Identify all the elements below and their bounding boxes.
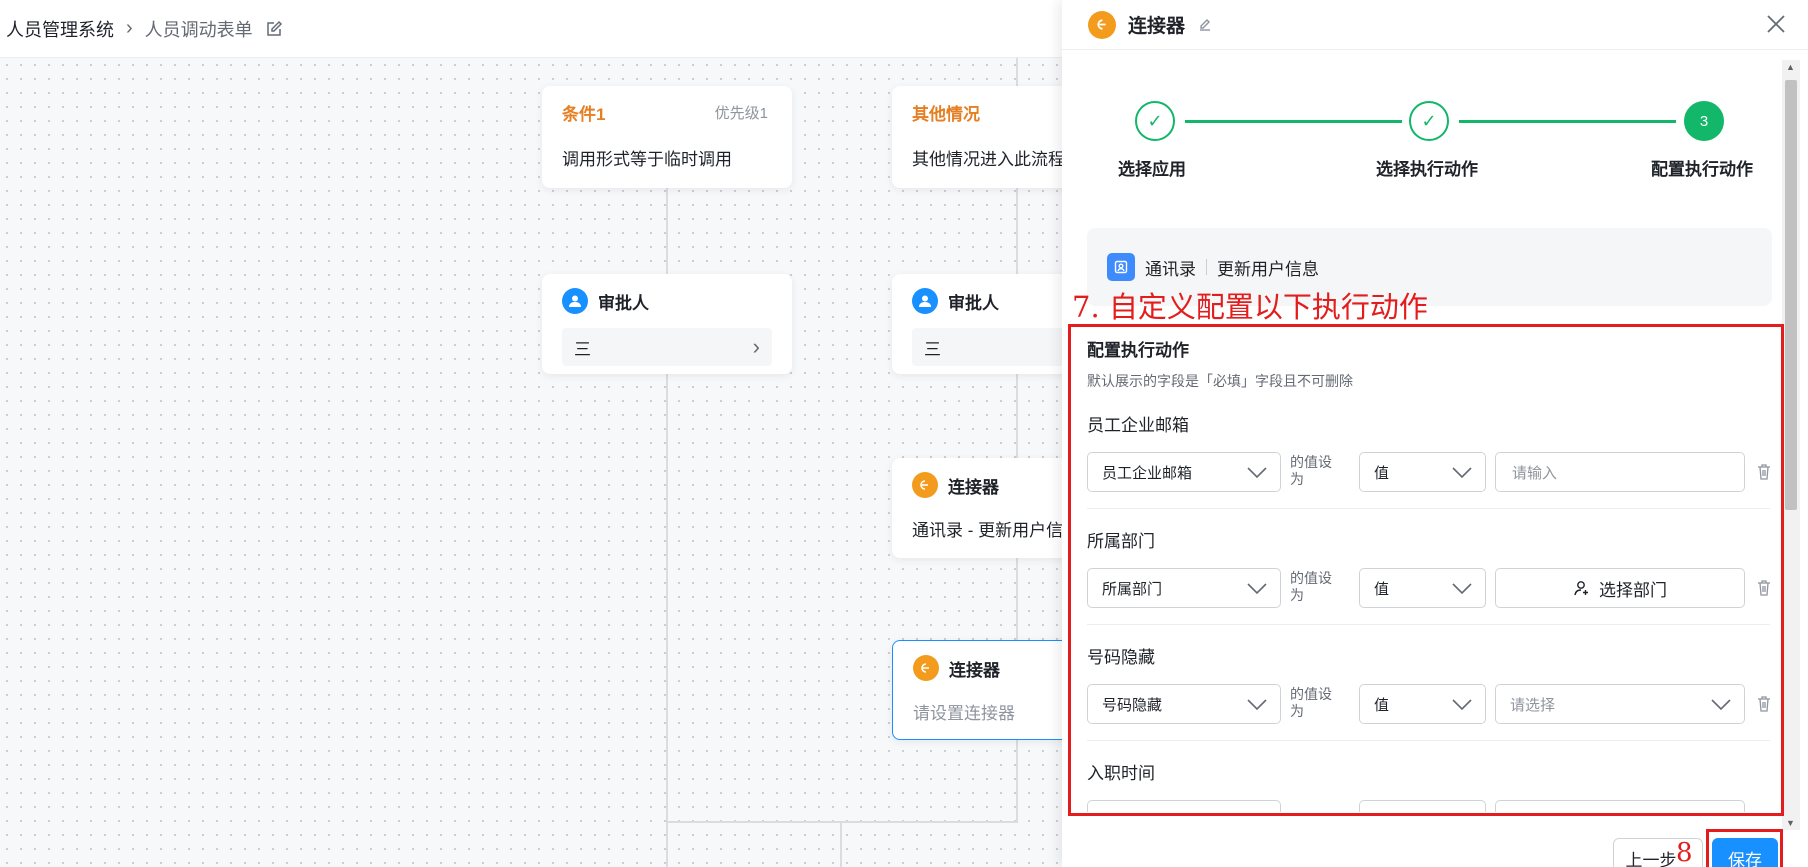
value-type-select-hire-date[interactable] [1359, 800, 1486, 812]
clipped-row [1062, 780, 1782, 812]
edit-icon[interactable] [1197, 17, 1213, 33]
chevron-down-icon [1247, 699, 1267, 711]
step-connector-line [1185, 120, 1402, 123]
approver-title: 审批人 [948, 293, 999, 313]
step-1-label: 选择应用 [1118, 160, 1186, 179]
approver-value: 三 [924, 339, 941, 359]
chevron-down-icon [1247, 467, 1267, 479]
chevron-down-icon [1247, 583, 1267, 595]
field-label-email: 员工企业邮箱 [1087, 416, 1189, 435]
field-select-value: 号码隐藏 [1102, 696, 1163, 714]
annotation-box-save [1706, 829, 1783, 867]
set-to-label: 的值设为 [1290, 686, 1332, 719]
annotation-step-8: 8 [1676, 838, 1693, 867]
drawer-header: 连接器 [1062, 0, 1808, 50]
config-section-title: 配置执行动作 [1087, 341, 1189, 360]
field-select-value: 员工企业邮箱 [1102, 464, 1193, 482]
step-3-indicator: 3 [1684, 101, 1724, 141]
flow-line [666, 821, 1018, 823]
condition-desc: 调用形式等于临时调用 [562, 150, 732, 169]
field-select-value: 所属部门 [1102, 580, 1163, 598]
connector-drawer: 连接器 ▲ ▼ ✓ ✓ 3 选择应用 选择执行动作 配置执行动作 通讯录 更新用… [1062, 0, 1808, 867]
set-to-label: 的值设为 [1290, 570, 1332, 603]
scroll-down-icon[interactable]: ▼ [1786, 818, 1795, 828]
chevron-down-icon [1452, 583, 1472, 595]
step-3-label: 配置执行动作 [1651, 160, 1753, 179]
email-value-input[interactable]: 请输入 [1495, 452, 1745, 492]
trash-icon[interactable] [1756, 463, 1772, 481]
drawer-title: 连接器 [1128, 16, 1186, 37]
app-name: 通讯录 [1145, 259, 1196, 279]
select-department-label: 选择部门 [1599, 580, 1667, 600]
connector-title: 连接器 [948, 477, 999, 497]
condition-priority: 优先级1 [714, 105, 768, 122]
approver-title: 审批人 [598, 293, 649, 313]
chevron-down-icon [1452, 699, 1472, 711]
step-2-check-icon: ✓ [1409, 101, 1449, 141]
row-divider [1087, 508, 1770, 509]
add-user-icon [1574, 581, 1588, 596]
approver-select[interactable]: 三 › [562, 328, 772, 366]
field-label-hide-number: 号码隐藏 [1087, 648, 1155, 667]
chevron-right-icon: › [126, 17, 133, 39]
row-divider [1087, 740, 1770, 741]
row-divider [1087, 624, 1770, 625]
value-type: 值 [1374, 580, 1390, 598]
chevron-right-icon: › [752, 334, 760, 359]
field-select-department[interactable]: 所属部门 [1087, 568, 1281, 608]
breadcrumb-form: 人员调动表单 [144, 19, 253, 40]
drawer-scrollbar[interactable]: ▲ ▼ [1782, 60, 1800, 830]
edit-icon[interactable] [265, 20, 283, 38]
condition-node-1[interactable]: 条件1 优先级1 调用形式等于临时调用 [542, 86, 792, 188]
config-section-hint: 默认展示的字段是「必填」字段且不可删除 [1087, 373, 1353, 389]
value-type: 值 [1374, 464, 1390, 482]
connector-icon [1088, 10, 1116, 39]
connector-icon [912, 472, 938, 498]
trash-icon[interactable] [1756, 579, 1772, 597]
step-1-check-icon: ✓ [1135, 101, 1175, 141]
chevron-down-icon [1711, 699, 1731, 711]
user-icon [562, 288, 588, 314]
set-to-label: 的值设为 [1290, 454, 1332, 487]
connector-title: 连接器 [949, 660, 1000, 680]
value-type: 值 [1374, 696, 1390, 714]
trash-icon[interactable] [1756, 695, 1772, 713]
breadcrumb-app[interactable]: 人员管理系统 [6, 16, 114, 42]
field-select-email[interactable]: 员工企业邮箱 [1087, 452, 1281, 492]
field-label-department: 所属部门 [1087, 532, 1155, 551]
flow-line [840, 823, 842, 867]
value-type-select-department[interactable]: 值 [1359, 568, 1486, 608]
field-select-hide-number[interactable]: 号码隐藏 [1087, 684, 1281, 724]
step-connector-line [1459, 120, 1676, 123]
chevron-down-icon [1452, 467, 1472, 479]
step-2-label: 选择执行动作 [1376, 160, 1478, 179]
field-select-hire-date[interactable] [1087, 800, 1281, 812]
scroll-thumb[interactable] [1785, 80, 1797, 510]
divider [1206, 259, 1207, 275]
user-icon [912, 288, 938, 314]
approver-node-left[interactable]: 审批人 三 › [542, 274, 792, 374]
connector-icon [913, 655, 939, 681]
scroll-up-icon[interactable]: ▲ [1786, 62, 1795, 72]
approver-value: 三 [574, 339, 591, 359]
value-type-select-hide-number[interactable]: 值 [1359, 684, 1486, 724]
contacts-icon [1107, 253, 1135, 281]
select-placeholder: 请选择 [1510, 696, 1556, 714]
close-icon[interactable] [1764, 12, 1788, 36]
hide-number-value-select[interactable]: 请选择 [1495, 684, 1745, 724]
app-action: 更新用户信息 [1217, 259, 1319, 279]
select-department-button[interactable]: 选择部门 [1495, 568, 1745, 608]
hire-date-value-select[interactable] [1495, 800, 1745, 812]
value-type-select-email[interactable]: 值 [1359, 452, 1486, 492]
annotation-step-7: 7. 自定义配置以下执行动作 [1072, 290, 1428, 324]
